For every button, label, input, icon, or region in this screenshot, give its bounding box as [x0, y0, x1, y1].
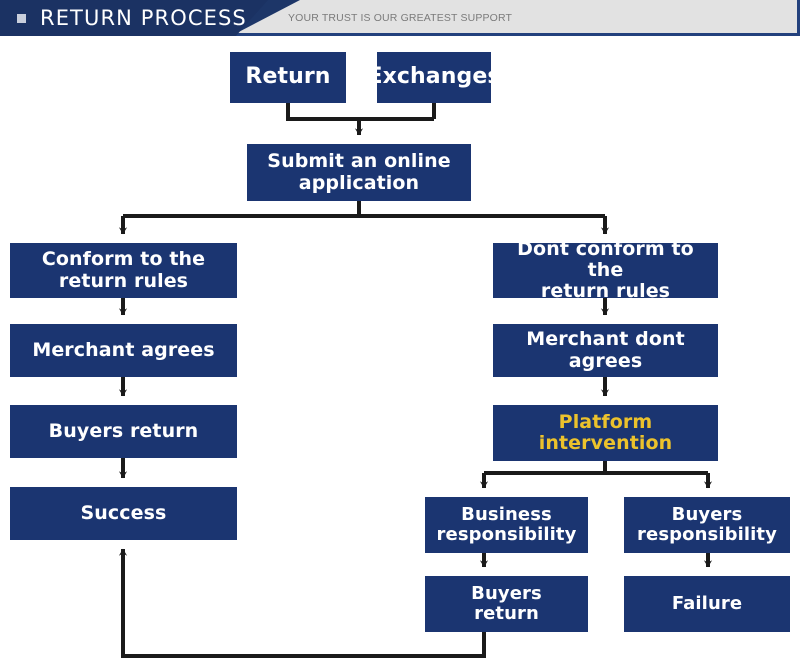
- node-return[interactable]: Return: [230, 52, 346, 103]
- node-label: Buyers responsibility: [637, 503, 777, 545]
- node-label: Return: [245, 64, 331, 90]
- node-failure[interactable]: Failure: [624, 576, 790, 632]
- header-tagline: YOUR TRUST IS OUR GREATEST SUPPORT: [288, 12, 513, 24]
- node-label: Merchant agrees: [32, 338, 215, 361]
- node-label: Platform intervention: [538, 410, 673, 454]
- node-merchant-agrees[interactable]: Merchant agrees: [10, 324, 237, 377]
- node-conform-to-the-return-rules[interactable]: Conform to the return rules: [10, 243, 237, 298]
- node-buyers-return-left[interactable]: Buyers return: [10, 405, 237, 458]
- node-label: Success: [80, 501, 167, 524]
- node-label: Exchanges: [367, 64, 501, 90]
- node-exchanges[interactable]: Exchanges: [367, 52, 500, 103]
- node-submit-an-online-application[interactable]: Submit an online application: [247, 144, 471, 201]
- square-bullet-icon: [17, 14, 26, 23]
- node-buyers-return-right[interactable]: Buyers return: [425, 576, 588, 632]
- node-label: Business responsibility: [436, 503, 577, 545]
- node-merchant-dont-agrees[interactable]: Merchant dont agrees: [493, 324, 718, 377]
- node-label: Dont conform to the return rules: [517, 237, 694, 303]
- node-dont-conform-to-the-return-rules[interactable]: Dont conform to the return rules: [493, 238, 718, 302]
- flowchart-canvas: Return Exchanges Submit an online applic…: [0, 36, 800, 665]
- page-title: RETURN PROCESS: [40, 6, 247, 30]
- node-label: Conform to the return rules: [41, 248, 206, 292]
- node-buyers-responsibility[interactable]: Buyers responsibility: [624, 497, 790, 553]
- node-label: Failure: [671, 592, 743, 614]
- node-label: Merchant dont agrees: [526, 328, 685, 372]
- return-process-infographic: RETURN PROCESS YOUR TRUST IS OUR GREATES…: [0, 0, 800, 665]
- header-bar: RETURN PROCESS YOUR TRUST IS OUR GREATES…: [0, 0, 800, 36]
- node-success[interactable]: Success: [10, 487, 237, 540]
- node-label: Buyers return: [48, 419, 199, 442]
- node-platform-intervention[interactable]: Platform intervention: [493, 405, 718, 461]
- node-label: Buyers return: [471, 582, 542, 624]
- node-business-responsibility[interactable]: Business responsibility: [425, 497, 588, 553]
- node-label: Submit an online application: [267, 150, 451, 194]
